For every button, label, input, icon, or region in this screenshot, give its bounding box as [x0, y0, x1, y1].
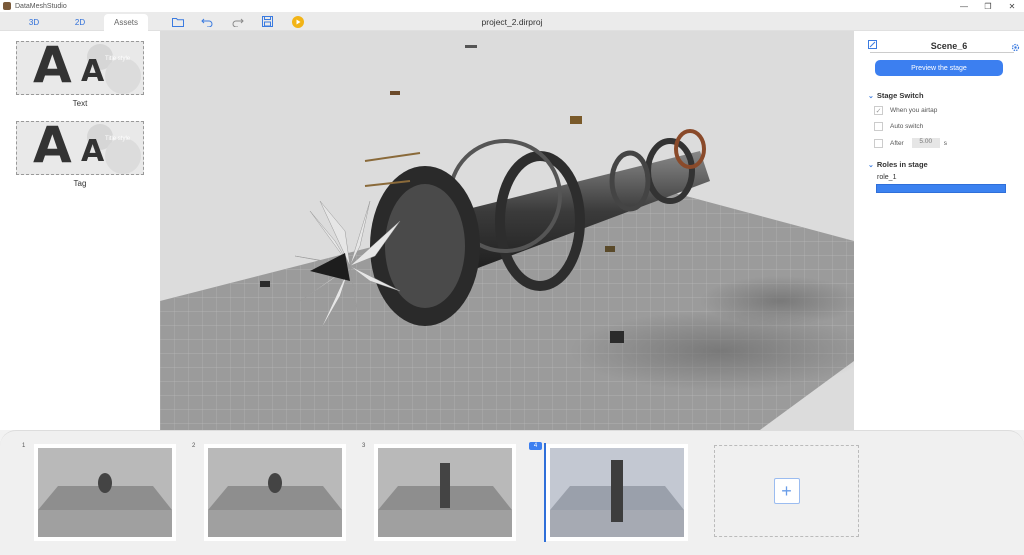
role-item-bar[interactable] [876, 184, 1006, 193]
chevron-down-icon: ⌄ [868, 161, 874, 169]
scene-render [160, 45, 854, 430]
save-icon[interactable] [261, 15, 274, 28]
assets-panel: A A Title style Text A A Title style Tag [0, 31, 160, 430]
roles-section[interactable]: ⌄ Roles in stage [868, 160, 928, 169]
stage-thumbnail [378, 448, 512, 537]
asset-thumbnail[interactable]: A A Title style [16, 41, 144, 95]
asset-tag[interactable]: A A Title style Tag [16, 121, 144, 188]
checkbox[interactable] [874, 138, 883, 148]
project-title: project_2.dirproj [481, 17, 543, 27]
minimize-button[interactable]: — [952, 0, 976, 12]
asset-label: Tag [73, 179, 87, 188]
stage-number: 2 [192, 443, 196, 449]
chevron-down-icon: ⌄ [868, 92, 874, 100]
checkbox[interactable] [874, 122, 883, 131]
title-bar: DataMeshStudio — ❐ ✕ [0, 0, 1024, 12]
stage-card-1[interactable] [34, 444, 176, 541]
undo-icon[interactable] [200, 15, 213, 28]
stage-number: 1 [22, 443, 26, 449]
app-logo-icon [3, 2, 11, 10]
window-controls: — ❐ ✕ [952, 0, 1024, 12]
play-icon[interactable] [291, 15, 304, 28]
tab-assets[interactable]: Assets [104, 14, 148, 31]
stage-switch-section[interactable]: ⌄ Stage Switch [868, 91, 924, 100]
asset-thumbnail[interactable]: A A Title style [16, 121, 144, 175]
preview-stage-button[interactable]: Preview the stage [875, 60, 1003, 76]
plus-icon[interactable]: + [773, 478, 800, 504]
asset-label: Text [72, 99, 88, 108]
checkbox-checked[interactable]: ✓ [874, 106, 883, 115]
role-item-label: role_1 [877, 174, 897, 181]
restore-button[interactable]: ❐ [976, 0, 1000, 12]
stage-timeline: 1 2 3 4 + [0, 430, 1024, 555]
asset-text[interactable]: A A Title style Text [16, 41, 144, 108]
when-airtap-option[interactable]: ✓ When you airtap [874, 106, 937, 115]
add-stage-button[interactable]: + [714, 445, 859, 537]
tab-3d[interactable]: 3D [12, 14, 56, 31]
after-seconds-input[interactable]: 5.00 [911, 138, 940, 148]
settings-icon[interactable] [1011, 43, 1020, 55]
edit-icon[interactable] [868, 40, 877, 52]
app-name: DataMeshStudio [15, 2, 67, 10]
properties-panel: Scene_6 Preview the stage ⌄ Stage Switch… [854, 31, 1024, 430]
stage-card-4[interactable] [546, 444, 688, 541]
stage-number: 3 [362, 443, 366, 449]
active-stage-badge: 4 [529, 442, 542, 450]
after-option[interactable]: After 5.00 s [874, 138, 947, 148]
redo-icon[interactable] [231, 15, 244, 28]
stage-card-2[interactable] [204, 444, 346, 541]
stage-card-3[interactable] [374, 444, 516, 541]
divider [870, 52, 1014, 53]
folder-icon[interactable] [171, 15, 184, 28]
3d-viewport[interactable] [160, 31, 854, 430]
stage-thumbnail [208, 448, 342, 537]
close-button[interactable]: ✕ [1000, 0, 1024, 12]
stage-thumbnail [550, 448, 684, 537]
stage-thumbnail [38, 448, 172, 537]
toolbar: 3D 2D Assets project_2.dirproj [0, 12, 1024, 31]
tab-2d[interactable]: 2D [58, 14, 102, 31]
scene-name: Scene_6 [930, 41, 968, 51]
auto-switch-option[interactable]: Auto switch [874, 122, 923, 131]
